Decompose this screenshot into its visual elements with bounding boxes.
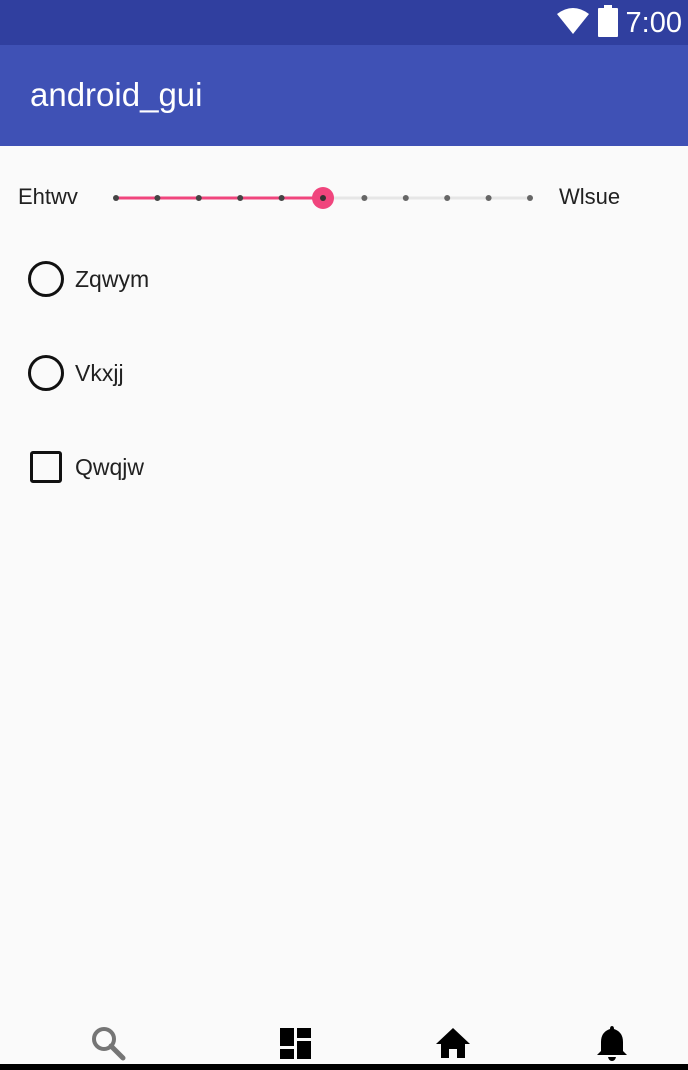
status-icons: 7:00 <box>556 4 682 42</box>
slider-tick <box>485 195 492 201</box>
slider-tick <box>113 195 119 201</box>
bottom-navigation <box>0 1018 688 1070</box>
slider-tick <box>278 195 285 201</box>
discrete-slider[interactable] <box>106 176 540 220</box>
slider-max-label: Wlsue <box>559 184 621 209</box>
option-label: Qwqjw <box>75 454 145 480</box>
checkbox[interactable] <box>30 451 62 483</box>
notifications-icon <box>594 1024 630 1067</box>
checkbox-option-qwqjw[interactable]: Qwqjw <box>28 447 144 487</box>
nav-dashboard[interactable] <box>275 1026 315 1064</box>
home-icon <box>434 1025 472 1066</box>
radio-button[interactable] <box>28 355 64 391</box>
nav-home[interactable] <box>433 1026 473 1064</box>
option-label: Zqwym <box>75 266 150 292</box>
status-time: 7:00 <box>625 7 682 39</box>
search-icon <box>90 1025 126 1066</box>
dashboard-icon <box>277 1025 313 1066</box>
radio-option-vkxjj[interactable]: Vkxjj <box>28 353 124 393</box>
content-area: Ehtwv Wlsue Zqwym Vkxjj Qwqjw <box>0 146 688 1036</box>
app-bar: android_gui <box>0 45 688 146</box>
radio-button[interactable] <box>28 261 64 297</box>
radio-option-zqwym[interactable]: Zqwym <box>28 259 149 299</box>
slider-tick <box>195 195 202 201</box>
wifi-icon <box>556 7 590 40</box>
slider-min-label: Ehtwv <box>18 184 78 209</box>
system-nav-bar <box>0 1064 688 1070</box>
slider-tick <box>444 195 451 201</box>
nav-search[interactable] <box>88 1026 128 1064</box>
option-label: Vkxjj <box>75 360 124 386</box>
slider-tick <box>361 195 368 201</box>
nav-notifications[interactable] <box>592 1024 632 1067</box>
app-title: android_gui <box>30 76 203 113</box>
slider-tick <box>237 195 244 201</box>
battery-icon <box>597 4 618 42</box>
slider-tick <box>527 195 533 201</box>
slider-row: Ehtwv Wlsue <box>0 176 688 220</box>
slider-thumb-tick <box>320 195 326 201</box>
slider-tick <box>402 195 409 201</box>
status-bar: 7:00 <box>0 0 688 45</box>
slider-tick <box>154 195 161 201</box>
